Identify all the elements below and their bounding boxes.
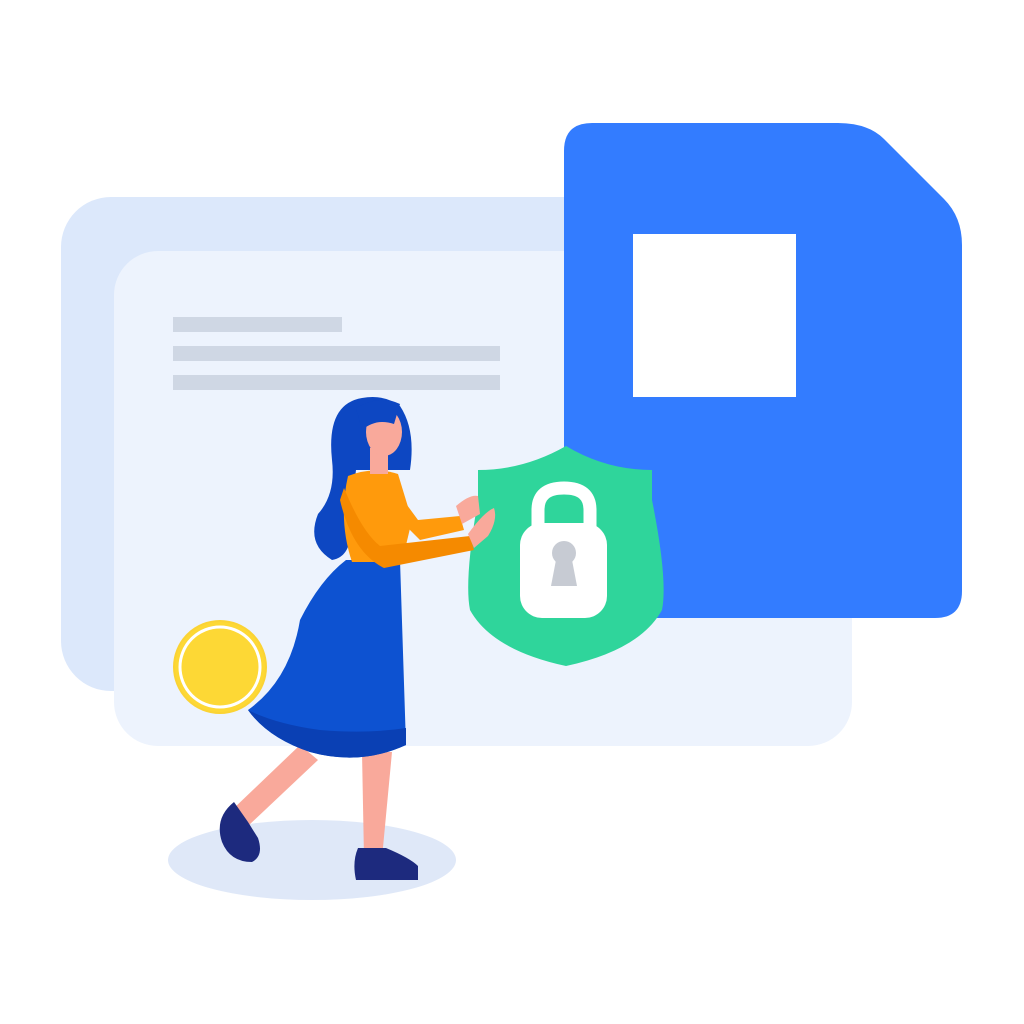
floor-shadow	[168, 820, 456, 900]
coin-icon	[173, 620, 267, 714]
text-line	[173, 346, 500, 361]
sd-card-window	[633, 234, 796, 397]
text-line	[173, 317, 342, 332]
shield-icon	[468, 446, 664, 666]
security-illustration	[0, 0, 1024, 1024]
text-line	[173, 375, 500, 390]
illustration-canvas	[61, 123, 962, 900]
back-leg	[232, 745, 318, 826]
